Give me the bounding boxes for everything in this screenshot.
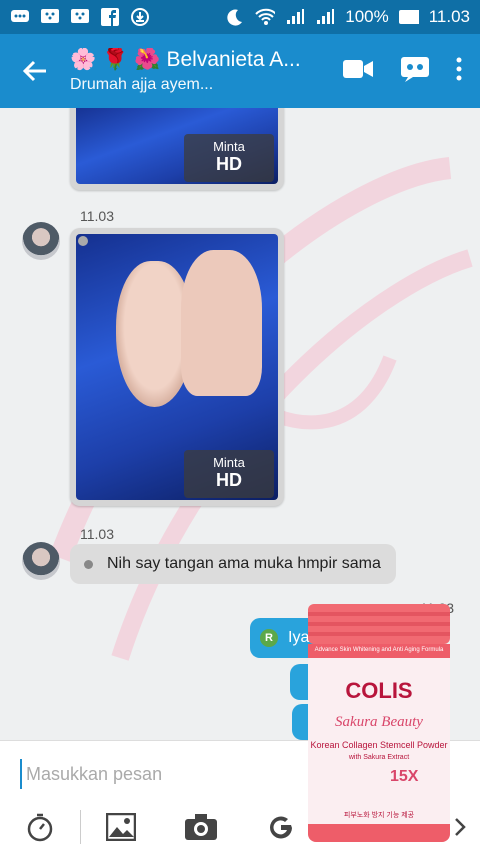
product-tagline: Advance Skin Whitening and Anti Aging Fo…: [314, 647, 444, 653]
stopwatch-icon: [27, 813, 53, 842]
video-call-button[interactable]: [342, 57, 374, 86]
product-korean-text: 피부노화 방지 기능 제공: [343, 812, 415, 819]
bbm-notification-icon-2: [70, 8, 90, 26]
product-multiplier: 15X: [390, 768, 419, 785]
overflow-menu-button[interactable]: [456, 57, 462, 86]
more-vertical-icon: [456, 57, 462, 80]
flower-emoji-3: 🌺: [134, 48, 161, 71]
image-message[interactable]: Minta HD: [70, 228, 284, 506]
image-message[interactable]: Minta HD: [70, 108, 284, 190]
battery-icon: [398, 8, 419, 26]
camera-button[interactable]: [161, 813, 241, 841]
contact-status: Drumah ajja ayem...: [70, 76, 214, 93]
night-mode-icon: [225, 8, 245, 26]
facebook-icon: [100, 8, 120, 26]
chat-mask-icon: [401, 56, 429, 82]
message-text: Nih say tangan ama muka hmpir sama: [107, 555, 381, 572]
gallery-button[interactable]: [81, 813, 161, 841]
status-dot: [84, 559, 93, 569]
message-time: 11.03: [80, 208, 114, 224]
download-icon: [130, 8, 150, 26]
chevron-right-icon: [455, 818, 466, 836]
message-time: 11.03: [80, 526, 114, 542]
timer-button[interactable]: [0, 812, 80, 842]
flower-emoji-2: 🌹: [102, 48, 129, 71]
chat-header: 🌸 🌹 🌺 Belvanieta A... Drumah ajja ayem..…: [0, 34, 480, 108]
camera-icon: [185, 814, 217, 840]
read-badge: R: [260, 629, 278, 647]
status-bar: 100% 11.03: [0, 0, 480, 34]
request-hd-button[interactable]: Minta HD: [184, 134, 274, 182]
flower-emoji-1: 🌸: [70, 48, 97, 71]
avatar[interactable]: [22, 542, 60, 580]
unread-dot: [78, 236, 88, 246]
chat-notification-icon: [10, 8, 30, 26]
product-with: with Sakura Extract: [348, 754, 410, 761]
signal-1-icon: [285, 8, 305, 26]
contact-info[interactable]: 🌸 🌹 🌺 Belvanieta A... Drumah ajja ayem..…: [70, 48, 342, 94]
incoming-message[interactable]: Nih say tangan ama muka hmpir sama: [70, 544, 396, 584]
avatar[interactable]: [22, 222, 60, 260]
video-camera-icon: [343, 59, 373, 78]
back-button[interactable]: [0, 58, 70, 84]
request-hd-button[interactable]: Minta HD: [184, 450, 274, 498]
image-icon: [106, 813, 136, 841]
voice-note-button[interactable]: [400, 56, 430, 87]
product-overlay: Advance Skin Whitening and Anti Aging Fo…: [306, 604, 452, 844]
wifi-icon: [255, 8, 276, 26]
signal-2-icon: [315, 8, 335, 26]
product-description: Korean Collagen Stemcell Powder: [310, 740, 448, 750]
clock: 11.03: [428, 7, 470, 26]
arrow-left-icon: [22, 60, 46, 82]
product-line: Sakura Beauty: [335, 714, 423, 730]
bbm-notification-icon: [40, 8, 60, 26]
battery-percent: 100%: [345, 7, 389, 26]
google-icon: [270, 816, 292, 839]
message-input[interactable]: Masukkan pesan: [20, 759, 320, 789]
contact-name: Belvanieta A...: [166, 48, 301, 71]
product-brand: COLIS: [345, 678, 413, 703]
